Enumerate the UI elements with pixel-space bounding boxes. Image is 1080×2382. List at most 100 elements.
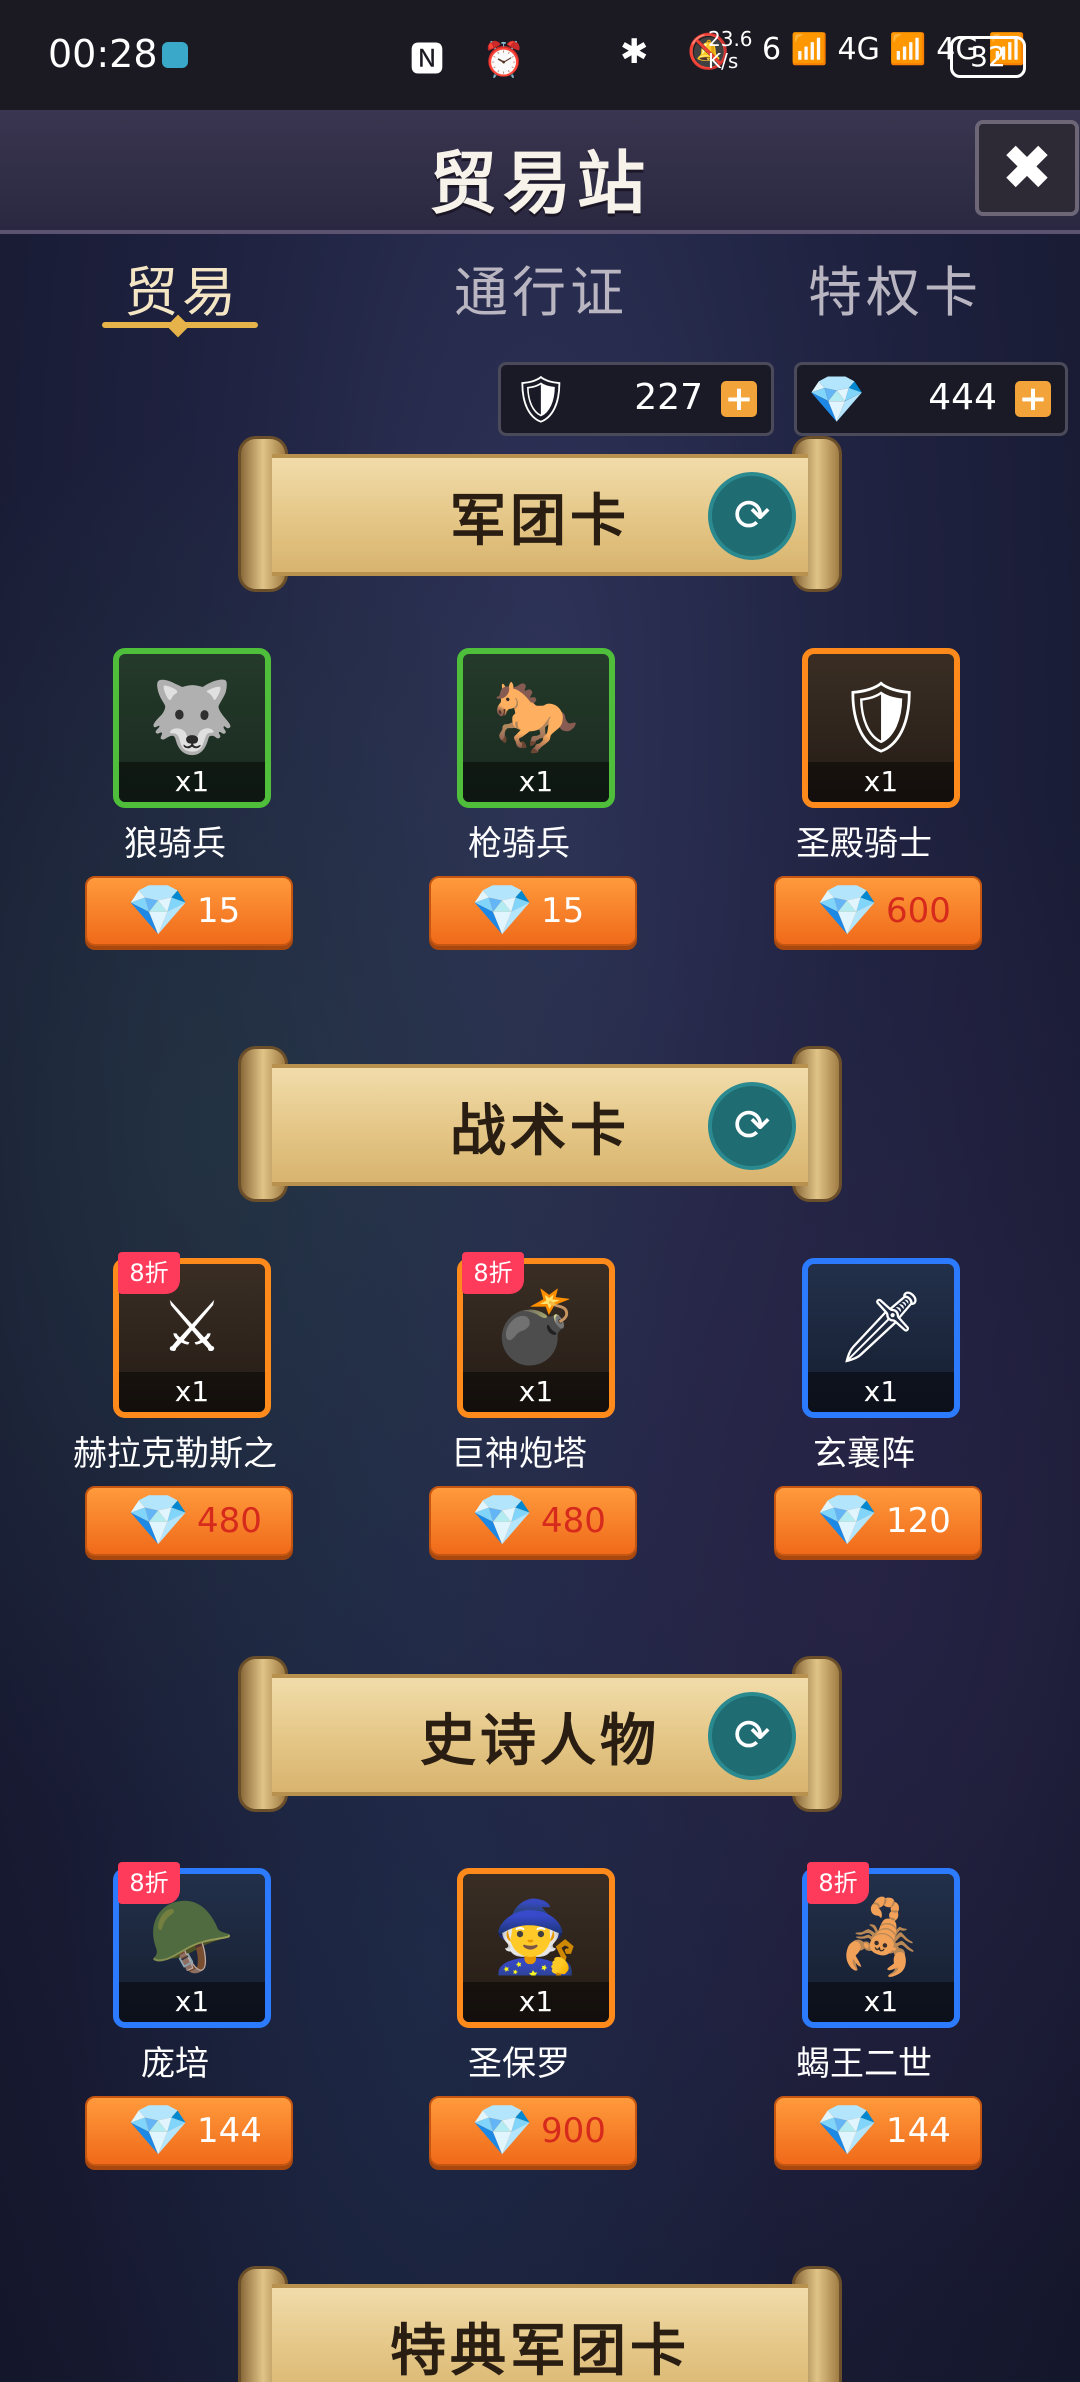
- shop-item[interactable]: 💣 x1 8折 巨神炮塔 💎 480: [404, 1252, 637, 1578]
- item-price: 15: [197, 891, 241, 931]
- currency-medal-value: 227: [634, 377, 703, 418]
- header-bar: 贸易站: [0, 110, 1080, 234]
- item-name: 玄襄阵: [813, 1434, 915, 1474]
- status-time: 00:28: [48, 32, 158, 76]
- item-name: 圣殿骑士: [796, 824, 932, 864]
- tab-privilege-card[interactable]: 特权卡: [808, 248, 982, 327]
- item-price: 120: [886, 1501, 951, 1541]
- section-banner-legion-card: 军团卡 ⟳: [238, 436, 842, 592]
- item-price: 900: [541, 2111, 606, 2151]
- item-qty: x1: [119, 762, 265, 802]
- shop-item[interactable]: 🐎 x1 枪骑兵 💎 15: [404, 648, 637, 968]
- section-banner-tactic-card: 战术卡 ⟳: [238, 1046, 842, 1202]
- lancer-portrait: 🐎: [492, 675, 580, 758]
- item-price: 480: [197, 1501, 262, 1541]
- item-qty: x1: [808, 1982, 954, 2022]
- battery-icon: 32: [950, 36, 1026, 78]
- item-name: 庞培: [141, 2044, 209, 2084]
- discount-badge: 8折: [807, 1862, 869, 1904]
- item-qty: x1: [808, 1372, 954, 1412]
- item-name: 蝎王二世: [796, 2044, 932, 2084]
- tab-pass[interactable]: 通行证: [454, 248, 628, 327]
- item-frame: 🗡 x1: [802, 1258, 960, 1418]
- section-banner-epic-hero: 史诗人物 ⟳: [238, 1656, 842, 1812]
- item-qty: x1: [463, 1372, 609, 1412]
- item-price: 144: [197, 2111, 262, 2151]
- buy-button[interactable]: 💎 480: [85, 1486, 293, 1556]
- buy-button[interactable]: 💎 15: [429, 876, 637, 946]
- shop-item[interactable]: 🪖 x1 8折 庞培 💎 144: [60, 1862, 293, 2188]
- gem-icon: 💎: [808, 371, 866, 426]
- currency-medal: 🛡 227 +: [498, 362, 774, 436]
- gem-icon: 💎: [816, 881, 879, 939]
- item-qty: x1: [463, 762, 609, 802]
- item-name: 枪骑兵: [468, 824, 570, 864]
- currency-gem-value: 444: [928, 377, 997, 418]
- gem-icon: 💎: [127, 1491, 190, 1549]
- app-notification-icon: [162, 42, 188, 68]
- buy-button[interactable]: 💎 600: [774, 876, 982, 946]
- gem-icon: 💎: [816, 2101, 879, 2159]
- gem-icon: 💎: [127, 881, 190, 939]
- item-qty: x1: [463, 1982, 609, 2022]
- item-qty: x1: [808, 762, 954, 802]
- gem-icon: 💎: [816, 1491, 879, 1549]
- section-banner-special-legion-card: 特典军团卡: [238, 2266, 842, 2382]
- discount-badge: 8折: [462, 1252, 524, 1294]
- item-qty: x1: [119, 1372, 265, 1412]
- refresh-button[interactable]: ⟳: [708, 472, 796, 560]
- item-price: 15: [541, 891, 585, 931]
- medal-icon: 🛡: [511, 371, 571, 426]
- gem-icon: 💎: [471, 881, 534, 939]
- shop-item[interactable]: 🦂 x1 8折 蝎王二世 💎 144: [749, 1862, 982, 2188]
- formation-portrait: 🗡: [836, 1285, 926, 1368]
- gem-icon: 💎: [471, 1491, 534, 1549]
- section-title: 特典军团卡: [390, 2319, 690, 2382]
- item-price: 144: [886, 2111, 951, 2151]
- item-frame: 🛡 x1: [802, 648, 960, 808]
- close-icon: ✖: [1001, 131, 1053, 204]
- status-bar: 00:28 🅽 ⏰ ✱ 🔕 23.6 K/s 6 📶 4G 📶 4G 📶 32: [0, 0, 1080, 110]
- gem-icon: 💎: [471, 2101, 534, 2159]
- refresh-icon: ⟳: [733, 1710, 771, 1761]
- wolf-rider-portrait: 🐺: [148, 675, 236, 758]
- templar-portrait: 🛡: [836, 675, 926, 758]
- shop-item[interactable]: 🐺 x1 狼骑兵 💎 15: [60, 648, 293, 968]
- item-price: 480: [541, 1501, 606, 1541]
- item-frame: 🐎 x1: [457, 648, 615, 808]
- item-price: 600: [886, 891, 951, 931]
- buy-button[interactable]: 💎 144: [774, 2096, 982, 2166]
- shop-item[interactable]: ⚔ x1 8折 赫拉克勒斯之 💎 480: [60, 1252, 293, 1578]
- add-gem-button[interactable]: +: [1015, 381, 1051, 417]
- shop-item[interactable]: 🧙 x1 圣保罗 💎 900: [404, 1868, 637, 2188]
- st-paul-portrait: 🧙: [492, 1895, 580, 1978]
- item-name: 圣保罗: [468, 2044, 570, 2084]
- nfc-alarm-icons: 🅽 ⏰: [410, 40, 540, 80]
- buy-button[interactable]: 💎 120: [774, 1486, 982, 1556]
- net-speed: 23.6 K/s: [708, 27, 753, 73]
- buy-button[interactable]: 💎 144: [85, 2096, 293, 2166]
- page-title: 贸易站: [428, 145, 651, 224]
- add-medal-button[interactable]: +: [721, 381, 757, 417]
- refresh-icon: ⟳: [733, 490, 771, 541]
- close-button[interactable]: ✖: [975, 120, 1079, 216]
- refresh-button[interactable]: ⟳: [708, 1692, 796, 1780]
- refresh-button[interactable]: ⟳: [708, 1082, 796, 1170]
- refresh-icon: ⟳: [733, 1100, 771, 1151]
- buy-button[interactable]: 💎 900: [429, 2096, 637, 2166]
- tab-trade[interactable]: 贸易: [124, 248, 240, 327]
- discount-badge: 8折: [118, 1862, 180, 1904]
- item-name: 巨神炮塔: [451, 1434, 587, 1474]
- item-name: 狼骑兵: [124, 824, 226, 864]
- shop-item[interactable]: 🛡 x1 圣殿骑士 💎 600: [749, 648, 982, 968]
- discount-badge: 8折: [118, 1252, 180, 1294]
- buy-button[interactable]: 💎 480: [429, 1486, 637, 1556]
- currency-gem: 💎 444 +: [794, 362, 1068, 436]
- gem-icon: 💎: [127, 2101, 190, 2159]
- shop-item[interactable]: 🗡 x1 玄襄阵 💎 120: [749, 1258, 982, 1578]
- item-name: 赫拉克勒斯之: [73, 1434, 277, 1474]
- item-frame: 🐺 x1: [113, 648, 271, 808]
- item-qty: x1: [119, 1982, 265, 2022]
- buy-button[interactable]: 💎 15: [85, 876, 293, 946]
- item-frame: 🧙 x1: [457, 1868, 615, 2028]
